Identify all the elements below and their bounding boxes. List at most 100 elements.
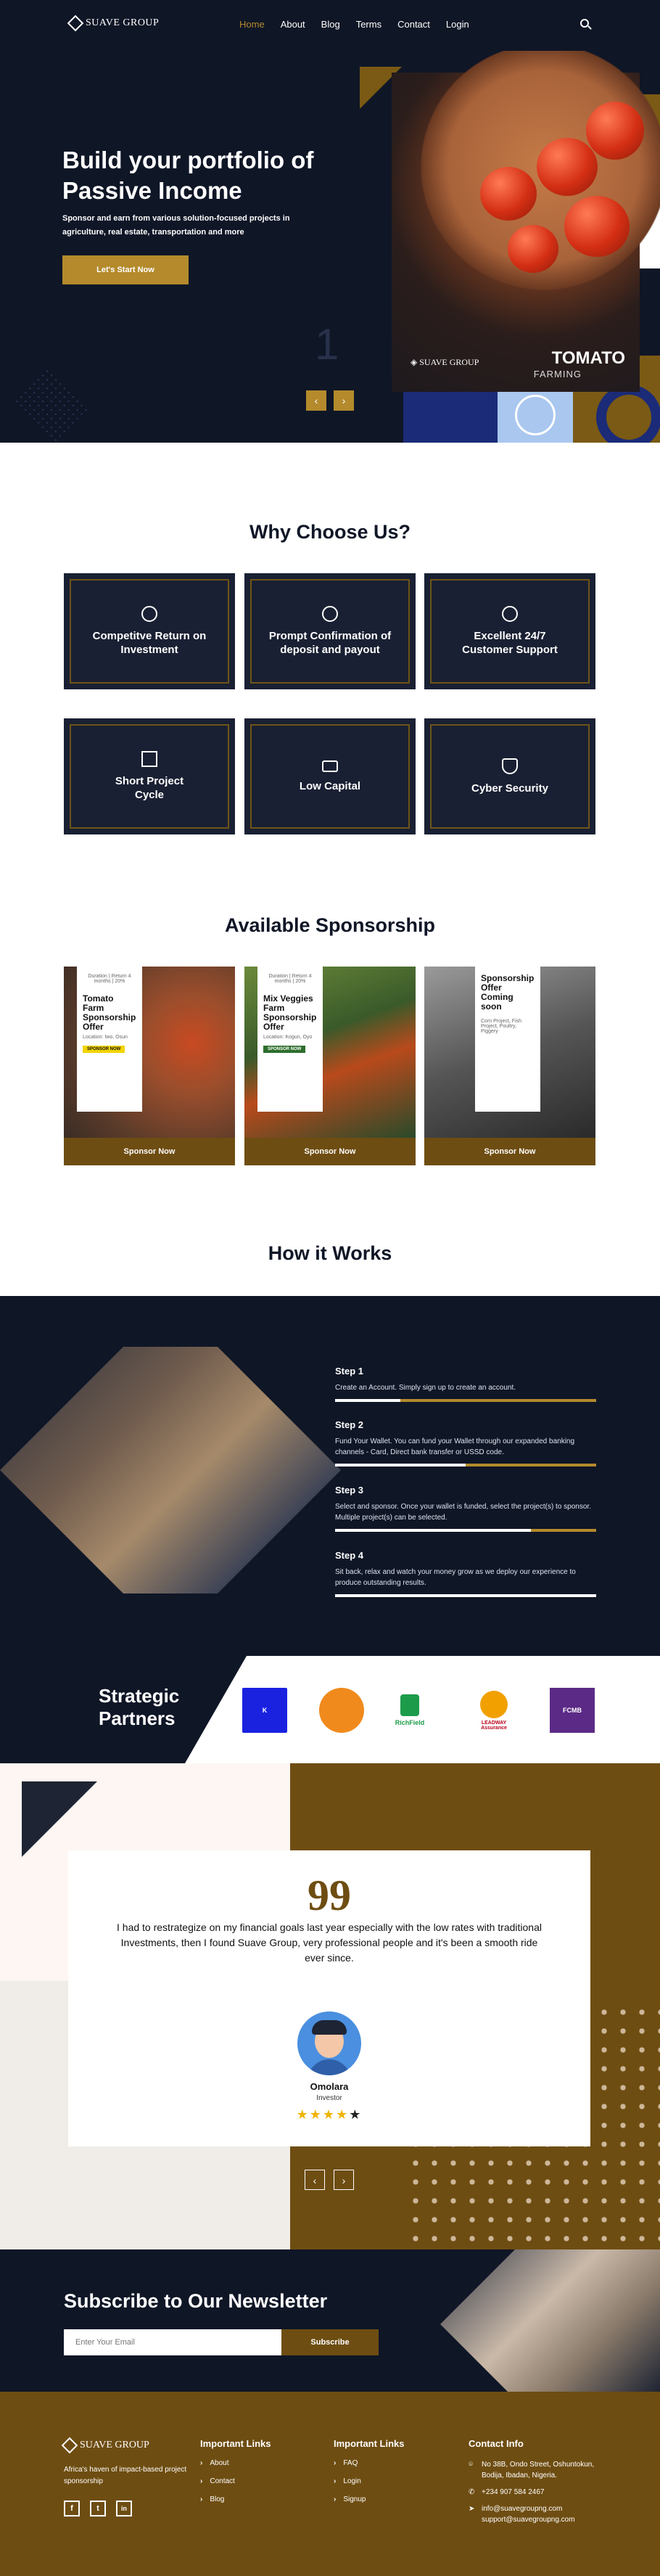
- footer-link-faq[interactable]: FAQ: [334, 2459, 405, 2467]
- testimonial-card: 99 I had to restrategize on my financial…: [68, 1850, 590, 2146]
- hero-section: Build your portfolio of Passive Income S…: [0, 51, 660, 443]
- footer-link-about[interactable]: About: [200, 2459, 271, 2467]
- feature-label: Short Project Cycle: [115, 775, 184, 801]
- nav-login[interactable]: Login: [446, 19, 469, 30]
- start-now-button[interactable]: Let's Start Now: [62, 255, 189, 284]
- feature-card: Low Capital: [244, 718, 416, 834]
- flyer-title: Tomato Farm Sponsorship Offer: [83, 993, 136, 1032]
- step-title: Step 3: [335, 1485, 364, 1496]
- image-subtitle: FARMING: [533, 369, 582, 380]
- footer-links-1: Important Links About Contact Blog: [200, 2438, 271, 2514]
- offer-flyer: Sponsorship Offer Coming soon Corn Proje…: [475, 967, 540, 1112]
- feature-label: Low Capital: [299, 779, 361, 792]
- chart-icon: [141, 751, 157, 767]
- slide-number: 1: [315, 320, 339, 369]
- step-progress: [335, 1594, 596, 1597]
- footer-brand[interactable]: SUAVE GROUP: [61, 2437, 149, 2454]
- how-it-works-section: Step 1 Create an Account. Simply sign up …: [0, 1296, 660, 1656]
- flyer-meta: Duration | Return 4 months | 20%: [268, 974, 312, 984]
- tomato: [537, 138, 598, 196]
- nav-home[interactable]: Home: [239, 19, 265, 30]
- step-progress: [335, 1464, 596, 1467]
- dot-pattern-decoration: [11, 366, 91, 443]
- partner-logo-leadway[interactable]: LEADWAY Assurance: [471, 1688, 516, 1733]
- footer-col-title: Important Links: [334, 2438, 405, 2449]
- step-description: Select and sponsor. Once your wallet is …: [335, 1503, 591, 1522]
- footer-link-blog[interactable]: Blog: [200, 2495, 271, 2503]
- roi-icon: [141, 606, 157, 622]
- hero-title: Build your portfolio of Passive Income: [62, 147, 314, 204]
- step-4: Step 4 Sit back, relax and watch your mon…: [335, 1550, 596, 1597]
- step-2: Step 2 Fund Your Wallet. You can fund you…: [335, 1419, 596, 1467]
- tomato: [508, 225, 558, 273]
- footer-link-login[interactable]: Login: [334, 2477, 405, 2485]
- meeting-photo: [0, 1347, 341, 1593]
- image-title: TOMATO: [551, 348, 625, 368]
- step-title: Step 1: [335, 1366, 364, 1377]
- top-navbar: SUAVE GROUP Home About Blog Terms Contac…: [0, 0, 660, 51]
- phone-icon: ✆: [469, 2488, 475, 2496]
- how-it-works-heading-area: How it Works: [0, 1190, 660, 1296]
- newsletter-email-input[interactable]: [64, 2329, 281, 2355]
- nav-contact[interactable]: Contact: [397, 19, 430, 30]
- facebook-icon[interactable]: f: [64, 2501, 80, 2516]
- testimonial-section: 99 I had to restrategize on my financial…: [0, 1763, 660, 2249]
- footer-link-signup[interactable]: Signup: [334, 2495, 405, 2503]
- search-icon[interactable]: [580, 19, 589, 28]
- testimonial-prev-button[interactable]: ‹: [305, 2170, 325, 2190]
- feature-card: Prompt Confirmation of deposit and payou…: [244, 573, 416, 689]
- offer-flyer: Duration | Return 4 months | 20% Tomato …: [77, 967, 142, 1112]
- flyer-location: Corn Project, Fish Project, Poultry, Pig…: [481, 1019, 522, 1034]
- handshake-photo: [435, 2249, 660, 2392]
- footer-address: ⌾ No 38B, Ondo Street, Oshuntokun, Bodija…: [469, 2461, 595, 2479]
- hero-prev-button[interactable]: ‹: [306, 390, 326, 411]
- partner-logo-richfield[interactable]: RichField: [387, 1688, 432, 1733]
- footer-phone[interactable]: ✆ +234 907 584 2467: [469, 2487, 599, 2498]
- tomato: [564, 196, 630, 257]
- blue-block-decoration: [403, 392, 498, 443]
- location-pin-icon: ⌾: [469, 2461, 473, 2469]
- footer-link-contact[interactable]: Contact: [200, 2477, 271, 2485]
- step-progress: [335, 1399, 596, 1402]
- step-description: Create an Account. Simply sign up to cre…: [335, 1384, 516, 1392]
- flyer-location: Location: Iwo, Osun: [83, 1035, 128, 1040]
- testimonial-name: Omolara: [310, 2081, 349, 2092]
- step-title: Step 4: [335, 1550, 364, 1561]
- partner-logo-k[interactable]: K: [242, 1688, 287, 1733]
- sponsor-now-button[interactable]: Sponsor Now: [244, 1138, 416, 1165]
- sponsor-now-button[interactable]: Sponsor Now: [424, 1138, 595, 1165]
- hero-next-button[interactable]: ›: [334, 390, 354, 411]
- why-choose-us-section: Why Choose Us? Competitve Return on Inve…: [0, 443, 660, 871]
- logo-mark-icon: [67, 15, 84, 32]
- flyer-title: Mix Veggies Farm Sponsorship Offer: [263, 993, 317, 1032]
- flyer-tag: SPONSOR NOW: [83, 1046, 125, 1053]
- feature-label: Excellent 24/7 Customer Support: [462, 630, 558, 656]
- partner-logo-agric[interactable]: [319, 1688, 364, 1733]
- avatar: [297, 2011, 361, 2075]
- testimonial-next-button[interactable]: ›: [334, 2170, 354, 2190]
- linkedin-icon[interactable]: in: [116, 2501, 132, 2516]
- subscribe-button[interactable]: Subscribe: [281, 2329, 379, 2355]
- sponsorship-card[interactable]: Duration | Return 4 months | 20% Mix Veg…: [244, 967, 416, 1165]
- nav-blog[interactable]: Blog: [321, 19, 340, 30]
- how-title: How it Works: [268, 1242, 392, 1264]
- support-icon: [502, 606, 518, 622]
- nav-terms[interactable]: Terms: [356, 19, 381, 30]
- partner-logo-fcmb[interactable]: FCMB: [550, 1688, 595, 1733]
- nav-about[interactable]: About: [281, 19, 305, 30]
- footer-email[interactable]: ➤ info@suavegroupng.com support@suavegroup…: [469, 2503, 599, 2525]
- sponsorship-card[interactable]: Sponsorship Offer Coming soon Corn Proje…: [424, 967, 595, 1165]
- step-3: Step 3 Select and sponsor. Once your wall…: [335, 1485, 596, 1532]
- twitter-icon[interactable]: t: [90, 2501, 106, 2516]
- offer-flyer: Duration | Return 4 months | 20% Mix Veg…: [257, 967, 323, 1112]
- triangle-decoration: [22, 1781, 97, 1857]
- sponsorship-card[interactable]: Duration | Return 4 months | 20% Tomato …: [64, 967, 235, 1165]
- step-description: Sit back, relax and watch your money gro…: [335, 1568, 576, 1587]
- newsletter-section: Subscribe to Our Newsletter Subscribe: [0, 2249, 660, 2392]
- feature-card: Excellent 24/7 Customer Support: [424, 573, 595, 689]
- sponsor-now-button[interactable]: Sponsor Now: [64, 1138, 235, 1165]
- deposit-icon: [322, 606, 338, 622]
- brand-logo[interactable]: SUAVE GROUP: [67, 15, 160, 32]
- flyer-tag: SPONSOR NOW: [263, 1046, 306, 1053]
- brand-name: SUAVE GROUP: [86, 17, 160, 28]
